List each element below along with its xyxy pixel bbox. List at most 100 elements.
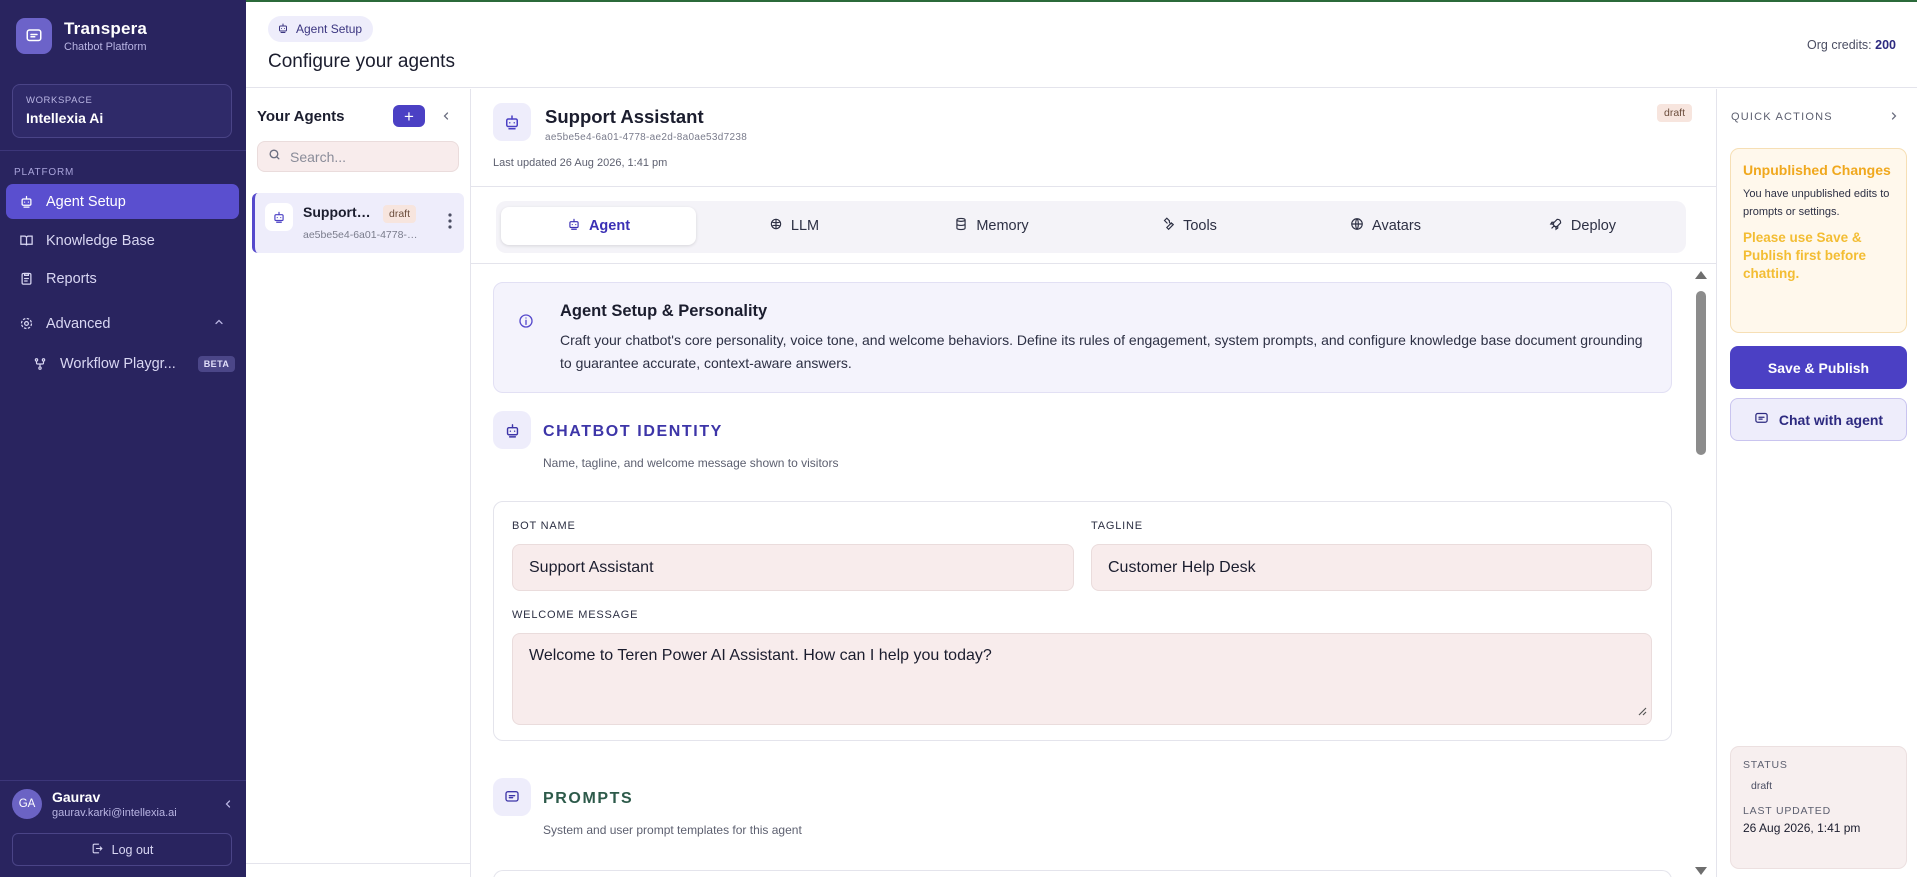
- status-label: STATUS: [1743, 759, 1788, 771]
- agent-id: ae5be5e4-6a01-4778-ae2d-8a0ae53d7238: [303, 229, 421, 241]
- sidebar-item-label: Reports: [46, 270, 97, 287]
- workspace-selector[interactable]: WORKSPACE Intellexia Ai: [12, 84, 232, 138]
- agent-list-item[interactable]: Support Assistant draft ae5be5e4-6a01-47…: [252, 193, 464, 253]
- scroll-thumb[interactable]: [1696, 291, 1706, 455]
- chat-icon: [1754, 411, 1769, 429]
- clipboard-icon: [18, 271, 34, 287]
- panel-footer-divider: [246, 863, 471, 877]
- search-icon: [268, 148, 281, 166]
- brand-subtitle: Chatbot Platform: [64, 41, 147, 53]
- quick-actions-title: QUICK ACTIONS: [1731, 111, 1833, 123]
- warning-instruction: Please use Save & Publish first before c…: [1743, 230, 1867, 281]
- agents-panel: Your Agents + Support Assistant draft ae…: [246, 89, 471, 877]
- status-badge: draft: [1751, 780, 1773, 792]
- info-icon: [518, 313, 534, 334]
- sidebar-item-label: Knowledge Base: [46, 232, 155, 249]
- tagline-field[interactable]: [1091, 544, 1652, 591]
- agent-header: Support Assistant ae5be5e4-6a01-4778-ae2…: [471, 89, 1716, 187]
- agent-name: Support Assistant: [303, 204, 371, 220]
- breadcrumb[interactable]: Agent Setup: [268, 16, 374, 42]
- tab-avatars[interactable]: Avatars: [1287, 207, 1484, 245]
- chat-bubble-icon: [16, 18, 52, 54]
- tab-llm[interactable]: LLM: [696, 207, 892, 245]
- sidebar-item-label: Workflow Playgr...: [60, 355, 176, 372]
- sidebar-item-knowledge-base[interactable]: Knowledge Base: [6, 223, 239, 258]
- sidebar-item-label: Agent Setup: [46, 193, 126, 210]
- last-updated-value: 26 Aug 2026, 1:41 pm: [1743, 821, 1861, 835]
- agent-tabs: Agent LLM Memory Tools Avatars Deploy: [496, 201, 1686, 253]
- workspace-label: WORKSPACE: [26, 95, 93, 106]
- sidebar-item-agent-setup[interactable]: Agent Setup: [6, 184, 239, 219]
- tab-agent[interactable]: Agent: [501, 207, 696, 245]
- tagline-label: TAGLINE: [1091, 520, 1143, 532]
- scroll-up-arrow[interactable]: [1695, 271, 1707, 279]
- nav-section-label: PLATFORM: [14, 167, 75, 178]
- status-badge: draft: [383, 205, 417, 223]
- robot-icon: [265, 203, 293, 231]
- tab-memory[interactable]: Memory: [892, 207, 1091, 245]
- scroll-down-arrow[interactable]: [1695, 867, 1707, 875]
- rocket-icon: [1549, 217, 1563, 235]
- sidebar-item-advanced[interactable]: Advanced: [6, 306, 239, 341]
- agent-search[interactable]: [257, 141, 459, 172]
- info-title: Agent Setup & Personality: [560, 302, 768, 320]
- user-name: Gaurav: [52, 789, 101, 805]
- brain-icon: [769, 217, 783, 235]
- tab-label: LLM: [790, 218, 820, 234]
- prompts-form: [493, 870, 1672, 877]
- sidebar-item-workflow-playground[interactable]: Workflow Playgr... BETA: [6, 346, 239, 381]
- identity-form: BOT NAME TAGLINE WELCOME MESSAGE Welcome…: [493, 501, 1672, 741]
- last-updated-label: LAST UPDATED: [1743, 805, 1831, 817]
- sidebar-item-label: Advanced: [46, 315, 111, 332]
- collapse-sidebar-icon[interactable]: [222, 797, 234, 815]
- collapse-panel-icon[interactable]: [436, 106, 456, 126]
- section-title-prompts: PROMPTS: [543, 790, 634, 807]
- tab-label: Memory: [976, 218, 1029, 234]
- search-input[interactable]: [290, 148, 450, 165]
- page-title: Configure your agents: [268, 51, 455, 72]
- brand[interactable]: Transpera Chatbot Platform: [16, 18, 147, 54]
- bot-name-field[interactable]: [512, 544, 1074, 591]
- globe-icon: [1350, 217, 1364, 235]
- info-description: Craft your chatbot's core personality, v…: [560, 332, 1643, 371]
- resize-handle-icon[interactable]: [1637, 706, 1647, 716]
- sidebar: Transpera Chatbot Platform WORKSPACE Int…: [0, 0, 246, 877]
- section-title-identity: CHATBOT IDENTITY: [543, 423, 723, 440]
- chat-icon: [493, 778, 531, 816]
- tab-tools[interactable]: Tools: [1091, 207, 1287, 245]
- content-scrollbar[interactable]: [1694, 269, 1708, 875]
- unpublished-warning: Unpublished Changes You have unpublished…: [1730, 148, 1907, 333]
- robot-icon: [18, 194, 34, 210]
- user-profile[interactable]: GA Gaurav gaurav.karki@intellexia.ai: [12, 789, 234, 819]
- last-updated: Last updated 26 Aug 2026, 1:41 pm: [493, 157, 668, 169]
- workflow-icon: [32, 356, 48, 372]
- welcome-message-label: WELCOME MESSAGE: [512, 609, 639, 621]
- credits-value: 200: [1875, 38, 1896, 52]
- section-subtitle-identity: Name, tagline, and welcome message shown…: [543, 456, 839, 470]
- tab-label: Agent: [588, 218, 631, 234]
- gear-icon: [18, 316, 34, 332]
- logout-button[interactable]: Log out: [12, 833, 232, 866]
- page-header: Agent Setup Configure your agents Org cr…: [246, 2, 1917, 88]
- logout-label: Log out: [111, 842, 154, 857]
- save-publish-button[interactable]: Save & Publish: [1730, 346, 1907, 389]
- status-card: STATUS draft LAST UPDATED 26 Aug 2026, 1…: [1730, 746, 1907, 869]
- welcome-message-field[interactable]: Welcome to Teren Power AI Assistant. How…: [512, 633, 1652, 725]
- agent-id: ae5be5e4-6a01-4778-ae2d-8a0ae53d7238: [545, 132, 748, 143]
- section-subtitle-prompts: System and user prompt templates for thi…: [543, 823, 802, 837]
- more-options-icon[interactable]: [448, 213, 452, 234]
- chat-with-agent-button[interactable]: Chat with agent: [1730, 398, 1907, 441]
- chevron-right-icon[interactable]: [1888, 109, 1900, 127]
- org-credits: Org credits: 200: [1807, 38, 1896, 52]
- bot-name-label: BOT NAME: [512, 520, 576, 532]
- chat-button-label: Chat with agent: [1778, 411, 1884, 428]
- agent-title: Support Assistant: [545, 106, 704, 127]
- book-icon: [18, 233, 34, 249]
- sidebar-item-reports[interactable]: Reports: [6, 261, 239, 296]
- robot-icon: [493, 411, 531, 449]
- add-agent-button[interactable]: +: [393, 105, 425, 127]
- tab-deploy[interactable]: Deploy: [1484, 207, 1681, 245]
- nav-divider: [0, 150, 246, 151]
- tab-label: Avatars: [1372, 218, 1421, 234]
- breadcrumb-label: Agent Setup: [296, 22, 363, 36]
